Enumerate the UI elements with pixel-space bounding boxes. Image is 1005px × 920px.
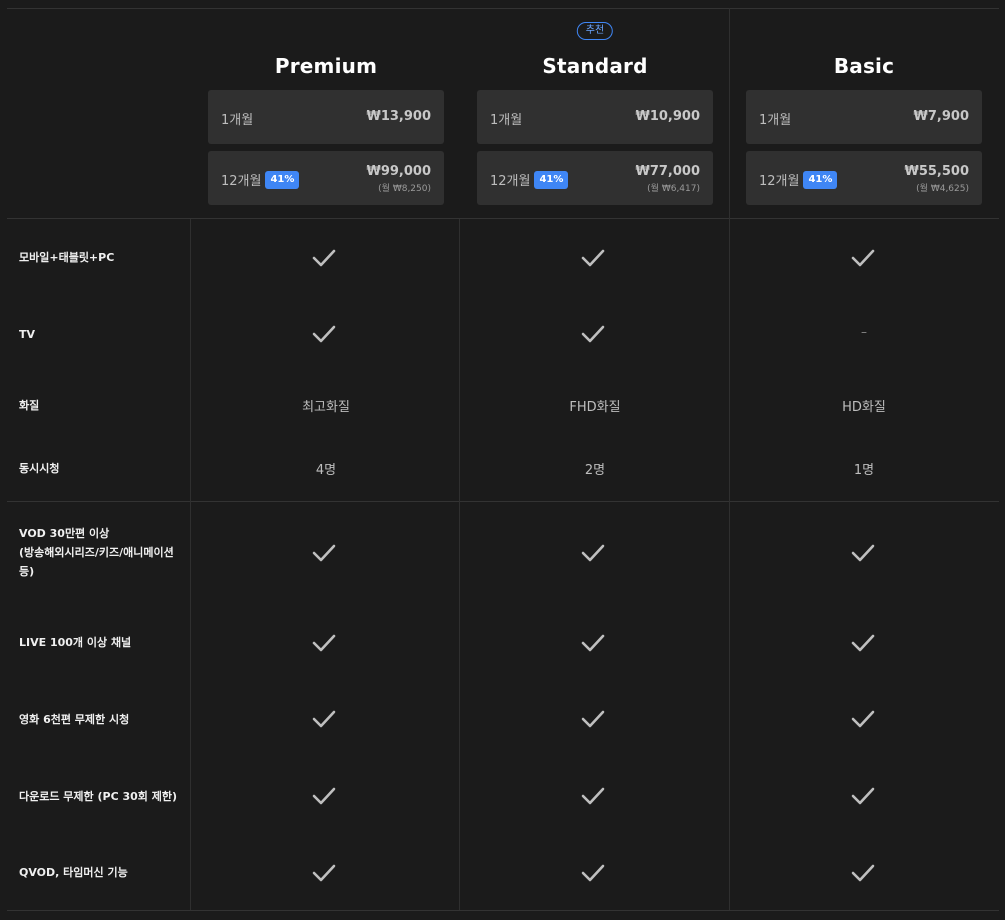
quality-standard: FHD화질 [569, 400, 621, 415]
period-label: 12개월 [759, 174, 800, 189]
plan-premium: Premium 1개월 ₩13,900 12개월 41% ₩99,000 (월 … [208, 8, 444, 218]
period-label: 1개월 [759, 113, 792, 128]
monthly-price-option[interactable]: 1개월 ₩7,900 [746, 90, 982, 144]
per-month-price: (월 ₩4,625) [916, 184, 969, 194]
price: ₩13,900 [366, 109, 431, 124]
yearly-price-option[interactable]: 12개월 41% ₩77,000 (월 ₩6,417) [477, 151, 713, 205]
check-icon [312, 709, 336, 729]
check-icon [312, 324, 336, 344]
check-icon [581, 709, 605, 729]
column-divider-1 [190, 219, 191, 910]
check-icon [581, 863, 605, 883]
period-label: 12개월 [221, 174, 262, 189]
plan-basic: Basic 1개월 ₩7,900 12개월 41% ₩55,500 (월 ₩4,… [746, 8, 982, 218]
check-icon [312, 863, 336, 883]
per-month-price: (월 ₩6,417) [647, 184, 700, 194]
concurrent-standard: 2명 [584, 463, 606, 478]
period-label: 1개월 [221, 113, 254, 128]
concurrent-premium: 4명 [315, 463, 337, 478]
check-icon [851, 248, 875, 268]
plan-name: Premium [274, 54, 378, 78]
discount-badge: 41% [803, 170, 838, 189]
check-icon [851, 543, 875, 563]
yearly-price-option[interactable]: 12개월 41% ₩55,500 (월 ₩4,625) [746, 151, 982, 205]
check-icon [312, 786, 336, 806]
price: ₩10,900 [635, 109, 700, 124]
plan-name: Standard [542, 54, 648, 78]
quality-basic: HD화질 [842, 400, 886, 415]
feature-label-live: LIVE 100개 이상 채널 [19, 636, 132, 649]
period-label: 12개월 [490, 174, 531, 189]
feature-label-vod-line3: 등) [19, 565, 35, 578]
per-month-price: (월 ₩8,250) [378, 184, 431, 194]
column-divider-3 [729, 8, 730, 910]
feature-label-qvod: QVOD, 타임머신 기능 [19, 866, 128, 879]
check-icon [581, 324, 605, 344]
check-icon [581, 633, 605, 653]
monthly-price-option[interactable]: 1개월 ₩10,900 [477, 90, 713, 144]
monthly-price-option[interactable]: 1개월 ₩13,900 [208, 90, 444, 144]
yearly-price-option[interactable]: 12개월 41% ₩99,000 (월 ₩8,250) [208, 151, 444, 205]
price: ₩7,900 [913, 109, 969, 124]
check-icon [581, 543, 605, 563]
plan-standard: 추천 Standard 1개월 ₩10,900 12개월 41% ₩77,000… [477, 8, 713, 218]
bottom-border [7, 910, 999, 911]
section-divider [7, 501, 999, 502]
plan-name: Basic [833, 54, 895, 78]
period-label: 1개월 [490, 113, 523, 128]
column-divider-2 [459, 219, 460, 910]
feature-label-quality: 화질 [19, 399, 40, 412]
feature-label-download: 다운로드 무제한 (PC 30회 제한) [19, 790, 178, 803]
check-icon [851, 633, 875, 653]
quality-premium: 최고화질 [302, 400, 350, 415]
feature-label-concurrent: 동시시청 [19, 462, 60, 475]
feature-label-device: 모바일+태블릿+PC [19, 251, 115, 264]
check-icon [581, 248, 605, 268]
feature-label-vod-line1: VOD 30만편 이상 [19, 527, 110, 540]
check-icon [851, 786, 875, 806]
check-icon [851, 709, 875, 729]
feature-label-tv: TV [19, 328, 36, 341]
check-icon [581, 786, 605, 806]
recommended-badge: 추천 [576, 22, 614, 40]
price: ₩99,000 [366, 164, 431, 179]
price: ₩55,500 [904, 164, 969, 179]
feature-label-movies: 영화 6천편 무제한 시청 [19, 713, 130, 726]
check-icon [312, 543, 336, 563]
check-icon [312, 248, 336, 268]
tv-basic-unavailable: – [861, 325, 867, 339]
price: ₩77,000 [635, 164, 700, 179]
check-icon [851, 863, 875, 883]
header-divider [7, 218, 999, 219]
concurrent-basic: 1명 [853, 463, 875, 478]
discount-badge: 41% [534, 170, 569, 189]
feature-label-vod-line2: (방송해외시리즈/키즈/애니메이션 [19, 546, 174, 559]
feature-label-vod: VOD 30만편 이상 (방송해외시리즈/키즈/애니메이션 등) [19, 524, 189, 581]
discount-badge: 41% [265, 170, 300, 189]
check-icon [312, 633, 336, 653]
